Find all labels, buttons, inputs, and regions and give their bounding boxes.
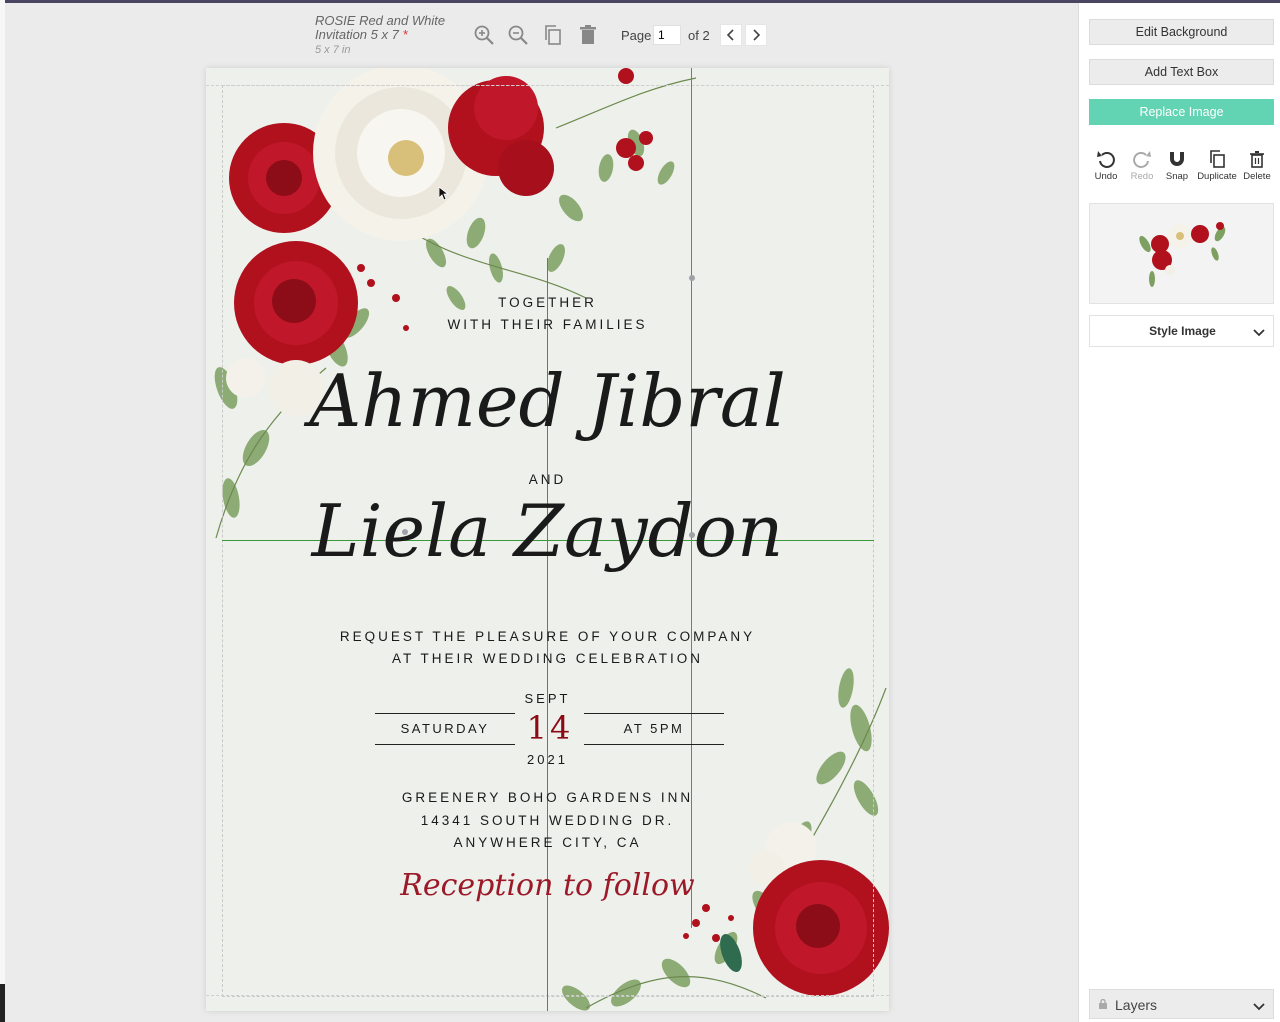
venue-line-2[interactable]: 14341 SOUTH WEDDING DR. xyxy=(206,813,889,828)
date-day[interactable]: 14 xyxy=(524,709,576,747)
date-time[interactable]: AT 5PM xyxy=(584,721,724,736)
redo-button[interactable]: Redo xyxy=(1123,149,1161,182)
duplicate-label: Duplicate xyxy=(1197,171,1237,182)
trash-icon[interactable] xyxy=(577,24,599,46)
invitation-canvas[interactable]: TOGETHER WITH THEIR FAMILIES Ahmed Jibra… xyxy=(206,68,889,1011)
duplicate-button[interactable]: Duplicate xyxy=(1197,149,1237,182)
delete-label: Delete xyxy=(1243,171,1271,182)
document-size: 5 x 7 in xyxy=(315,44,351,56)
redo-icon xyxy=(1133,151,1151,168)
document-title: ROSIE Red and White Invitation 5 x 7 * xyxy=(315,14,465,42)
magnet-icon xyxy=(1170,152,1184,166)
venue-line-1[interactable]: GREENERY BOHO GARDENS INN xyxy=(206,790,889,805)
intro-line-2[interactable]: WITH THEIR FAMILIES xyxy=(206,317,889,332)
partner-two-name[interactable]: Liela Zaydon xyxy=(206,486,889,576)
replace-image-button[interactable]: Replace Image xyxy=(1089,99,1274,125)
add-text-box-button[interactable]: Add Text Box xyxy=(1089,59,1274,85)
left-edge-marker xyxy=(0,984,5,1022)
zoom-in-icon[interactable] xyxy=(473,24,495,46)
lock-icon xyxy=(1099,999,1107,1009)
zoom-out-icon[interactable] xyxy=(507,24,529,46)
chevron-down-icon xyxy=(1253,1003,1265,1011)
unsaved-marker: * xyxy=(402,27,408,42)
layers-label: Layers xyxy=(1115,997,1158,1013)
edit-background-button[interactable]: Edit Background xyxy=(1089,19,1274,45)
undo-label: Undo xyxy=(1094,171,1118,182)
chevron-right-icon xyxy=(753,29,761,41)
next-page-button[interactable] xyxy=(745,24,767,46)
trash-icon xyxy=(1250,151,1264,168)
divider-line xyxy=(584,713,724,714)
delete-button[interactable]: Delete xyxy=(1238,149,1276,182)
safe-guide-top xyxy=(206,85,889,86)
divider-line xyxy=(375,744,515,745)
request-line-1[interactable]: REQUEST THE PLEASURE OF YOUR COMPANY xyxy=(206,629,889,644)
page-total: of 2 xyxy=(688,28,710,43)
style-image-label: Style Image xyxy=(1149,324,1216,338)
undo-icon xyxy=(1097,151,1115,168)
snap-button[interactable]: Snap xyxy=(1158,149,1196,182)
mouse-cursor-icon xyxy=(439,187,449,201)
divider-line xyxy=(375,713,515,714)
document-title-text: ROSIE Red and White Invitation 5 x 7 xyxy=(315,13,446,42)
date-weekday[interactable]: SATURDAY xyxy=(375,721,515,736)
right-sidebar: Edit Background Add Text Box Replace Ima… xyxy=(1078,3,1280,1022)
date-year[interactable]: 2021 xyxy=(206,752,889,767)
left-edge xyxy=(0,0,5,1022)
floral-thumbnail xyxy=(1139,222,1226,287)
layers-panel-toggle[interactable]: Layers xyxy=(1089,989,1274,1019)
undo-button[interactable]: Undo xyxy=(1087,149,1125,182)
divider-line xyxy=(584,744,724,745)
page-number-input[interactable] xyxy=(653,25,681,45)
venue-line-3[interactable]: ANYWHERE CITY, CA xyxy=(206,835,889,850)
duplicate-icon xyxy=(1210,150,1225,168)
chevron-left-icon xyxy=(726,29,734,41)
prev-page-button[interactable] xyxy=(720,24,742,46)
page-label: Page xyxy=(621,28,652,43)
intro-line-1[interactable]: TOGETHER xyxy=(206,295,889,310)
snap-label: Snap xyxy=(1165,171,1189,182)
copy-page-icon[interactable] xyxy=(542,24,564,46)
partner-one-name[interactable]: Ahmed Jibral xyxy=(206,356,889,446)
style-image-dropdown[interactable]: Style Image xyxy=(1089,315,1274,347)
selected-image-thumbnail[interactable] xyxy=(1089,203,1274,304)
reception-note[interactable]: Reception to follow xyxy=(206,868,889,903)
date-month[interactable]: SEPT xyxy=(206,691,889,706)
redo-label: Redo xyxy=(1130,171,1154,182)
resize-handle[interactable] xyxy=(689,275,695,281)
request-line-2[interactable]: AT THEIR WEDDING CELEBRATION xyxy=(206,651,889,666)
and-text[interactable]: AND xyxy=(206,472,889,487)
chevron-down-icon xyxy=(1253,329,1265,337)
